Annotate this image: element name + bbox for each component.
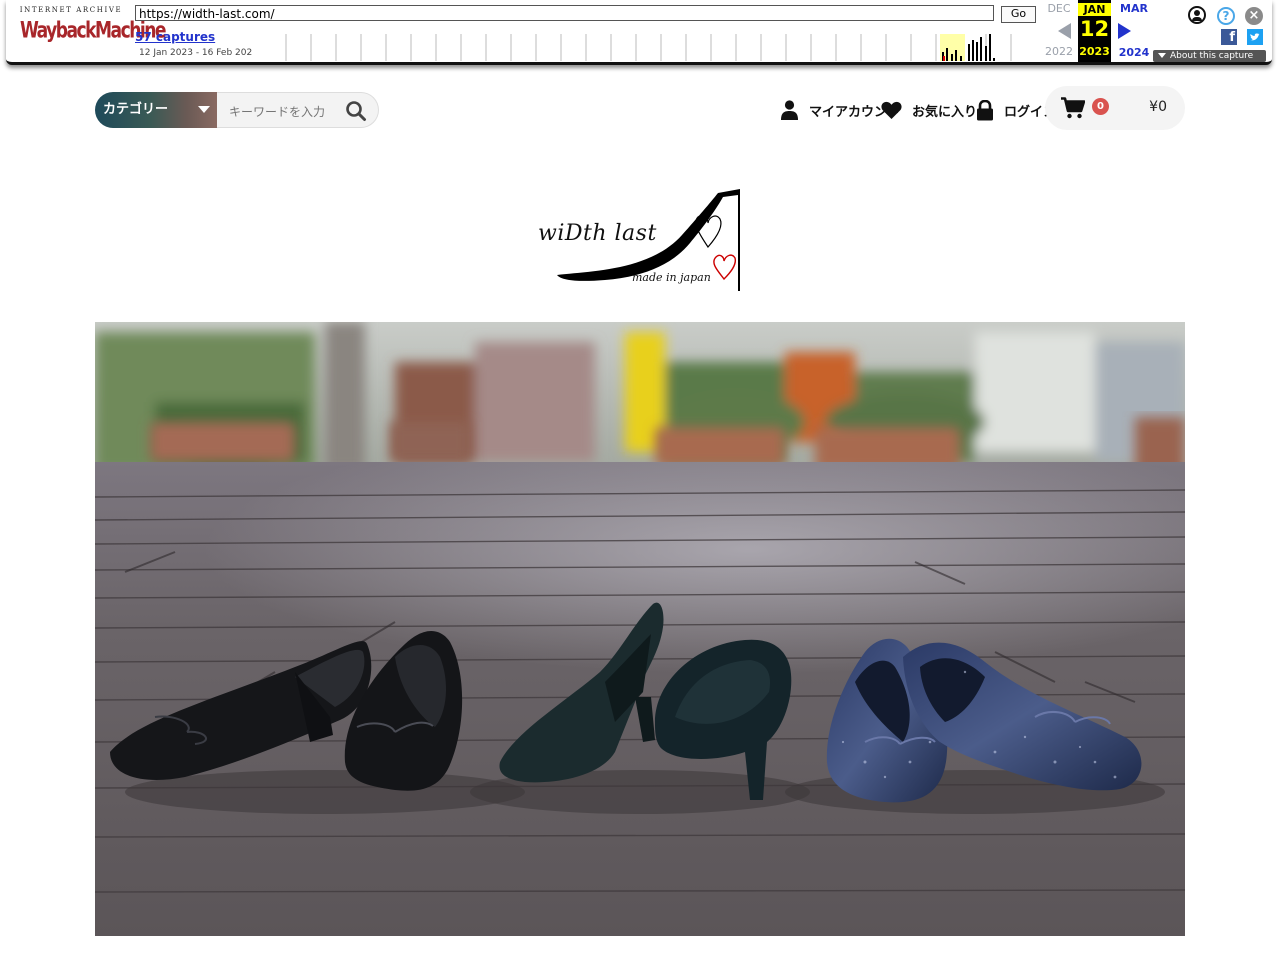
brand-name: wiDth last	[538, 221, 657, 246]
wayback-url-input[interactable]: https://width-last.com/	[135, 5, 994, 21]
search-icon[interactable]	[345, 100, 367, 122]
cart-count-badge: 0	[1092, 98, 1109, 115]
cur-month-label: JAN	[1078, 3, 1111, 16]
next-month-label[interactable]: MAR	[1114, 2, 1154, 15]
wayback-captures-link[interactable]: 57 captures	[135, 30, 215, 44]
prev-month-label[interactable]: DEC	[1043, 2, 1075, 15]
person-icon	[781, 100, 798, 120]
cur-year-label: 2023	[1079, 45, 1110, 58]
user-icon[interactable]	[1188, 6, 1206, 24]
search-box	[217, 92, 379, 128]
cart-total: ¥0	[1149, 99, 1167, 115]
capture-sparkline[interactable]	[260, 34, 1036, 61]
help-icon[interactable]: ?	[1217, 7, 1235, 25]
hero-banner-image[interactable]	[95, 322, 1185, 936]
wayback-toolbar: INTERNET ARCHIVE WaybackMachine https://…	[6, 0, 1272, 65]
prev-capture-arrow-icon[interactable]	[1058, 23, 1071, 39]
twitter-icon[interactable]	[1247, 29, 1263, 45]
next-capture-arrow-icon[interactable]	[1118, 23, 1131, 39]
chevron-down-icon	[198, 106, 210, 113]
shoes-on-deck-photo	[95, 322, 1185, 936]
lock-icon	[977, 99, 993, 120]
brand-tagline: made in japan	[632, 271, 711, 284]
about-capture-button[interactable]: About this capture	[1153, 50, 1266, 62]
prev-year-label[interactable]: 2022	[1040, 45, 1078, 58]
cart-icon	[1061, 97, 1085, 119]
wayback-date-range: 12 Jan 2023 - 16 Feb 202	[139, 48, 253, 58]
about-capture-label: About this capture	[1170, 51, 1254, 61]
caret-down-icon	[1158, 52, 1166, 58]
cur-day-label: 12	[1079, 17, 1110, 41]
wayback-logo[interactable]: INTERNET ARCHIVE WaybackMachine	[18, 6, 167, 50]
current-date-highlight: JAN 12 2023	[1078, 0, 1111, 62]
wayback-logo-top: INTERNET ARCHIVE	[19, 6, 123, 14]
facebook-icon[interactable]: f	[1221, 29, 1237, 45]
wayback-go-button[interactable]: Go	[1001, 6, 1036, 23]
next-year-label[interactable]: 2024	[1114, 46, 1154, 59]
cart-button[interactable]: 0 ¥0	[1045, 86, 1185, 130]
search-input[interactable]	[227, 102, 341, 121]
brand-logo[interactable]: wiDth last made in japan	[530, 183, 750, 298]
favorites-link[interactable]: お気に入り	[881, 100, 977, 120]
category-dropdown[interactable]: カテゴリー	[95, 92, 217, 128]
login-link[interactable]: ログイン	[976, 99, 1056, 120]
close-icon[interactable]: ×	[1245, 7, 1263, 25]
heart-icon	[881, 101, 902, 119]
favorites-label: お気に入り	[912, 104, 978, 120]
category-label: カテゴリー	[103, 102, 169, 117]
